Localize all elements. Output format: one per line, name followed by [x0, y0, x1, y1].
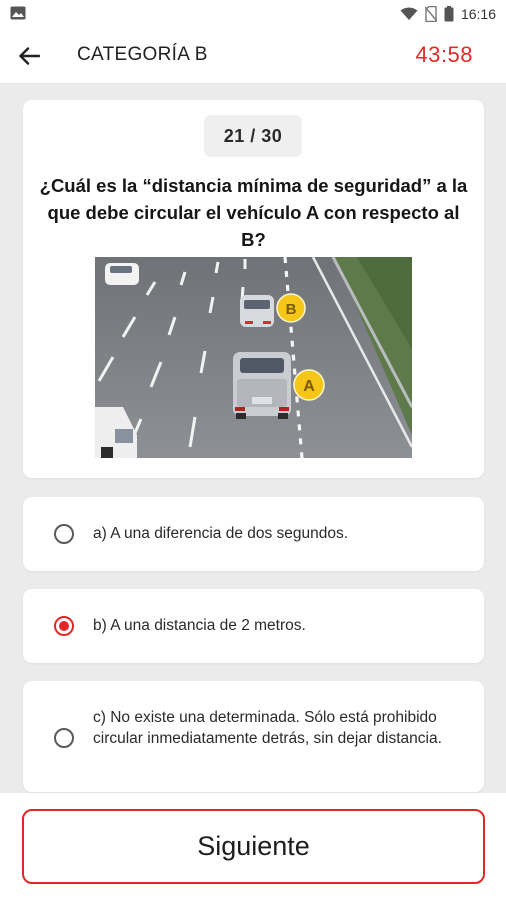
- next-button[interactable]: Siguiente: [22, 809, 485, 884]
- radio-button-selected[interactable]: [54, 616, 74, 636]
- answer-option-b[interactable]: b) A una distancia de 2 metros.: [23, 589, 484, 663]
- question-card: 21 / 30 ¿Cuál es la “distancia mínima de…: [23, 100, 484, 478]
- no-sim-icon: [424, 6, 437, 22]
- countdown-timer: 43:58: [415, 42, 473, 67]
- radio-button[interactable]: [54, 728, 74, 748]
- status-bar: 16:16: [0, 0, 506, 28]
- image-notification-icon: [10, 6, 26, 20]
- option-label: a) A una diferencia de dos segundos.: [93, 525, 349, 542]
- marker-b: B: [276, 293, 306, 323]
- answer-option-c[interactable]: c) No existe una determinada. Sólo está …: [23, 681, 484, 792]
- page-title: CATEGORÍA B: [77, 44, 208, 65]
- svg-text:B: B: [286, 301, 297, 318]
- option-label: c) No existe una determinada. Sólo está …: [93, 709, 442, 747]
- app-bar: CATEGORÍA B 43:58: [0, 28, 506, 84]
- question-text: ¿Cuál es la “distancia mínima de segurid…: [39, 175, 468, 250]
- answer-option-a[interactable]: a) A una diferencia de dos segundos.: [23, 497, 484, 571]
- status-icons: 16:16: [400, 4, 496, 24]
- battery-icon: [444, 6, 454, 22]
- option-label: b) A una distancia de 2 metros.: [93, 617, 306, 634]
- back-arrow-icon[interactable]: [14, 42, 44, 70]
- wifi-icon: [400, 7, 418, 21]
- clock-time: 16:16: [460, 6, 496, 22]
- road-photo: B A: [95, 257, 412, 458]
- marker-a: A: [293, 369, 325, 401]
- question-counter: 21 / 30: [204, 115, 302, 157]
- svg-text:A: A: [303, 378, 315, 395]
- radio-button[interactable]: [54, 524, 74, 544]
